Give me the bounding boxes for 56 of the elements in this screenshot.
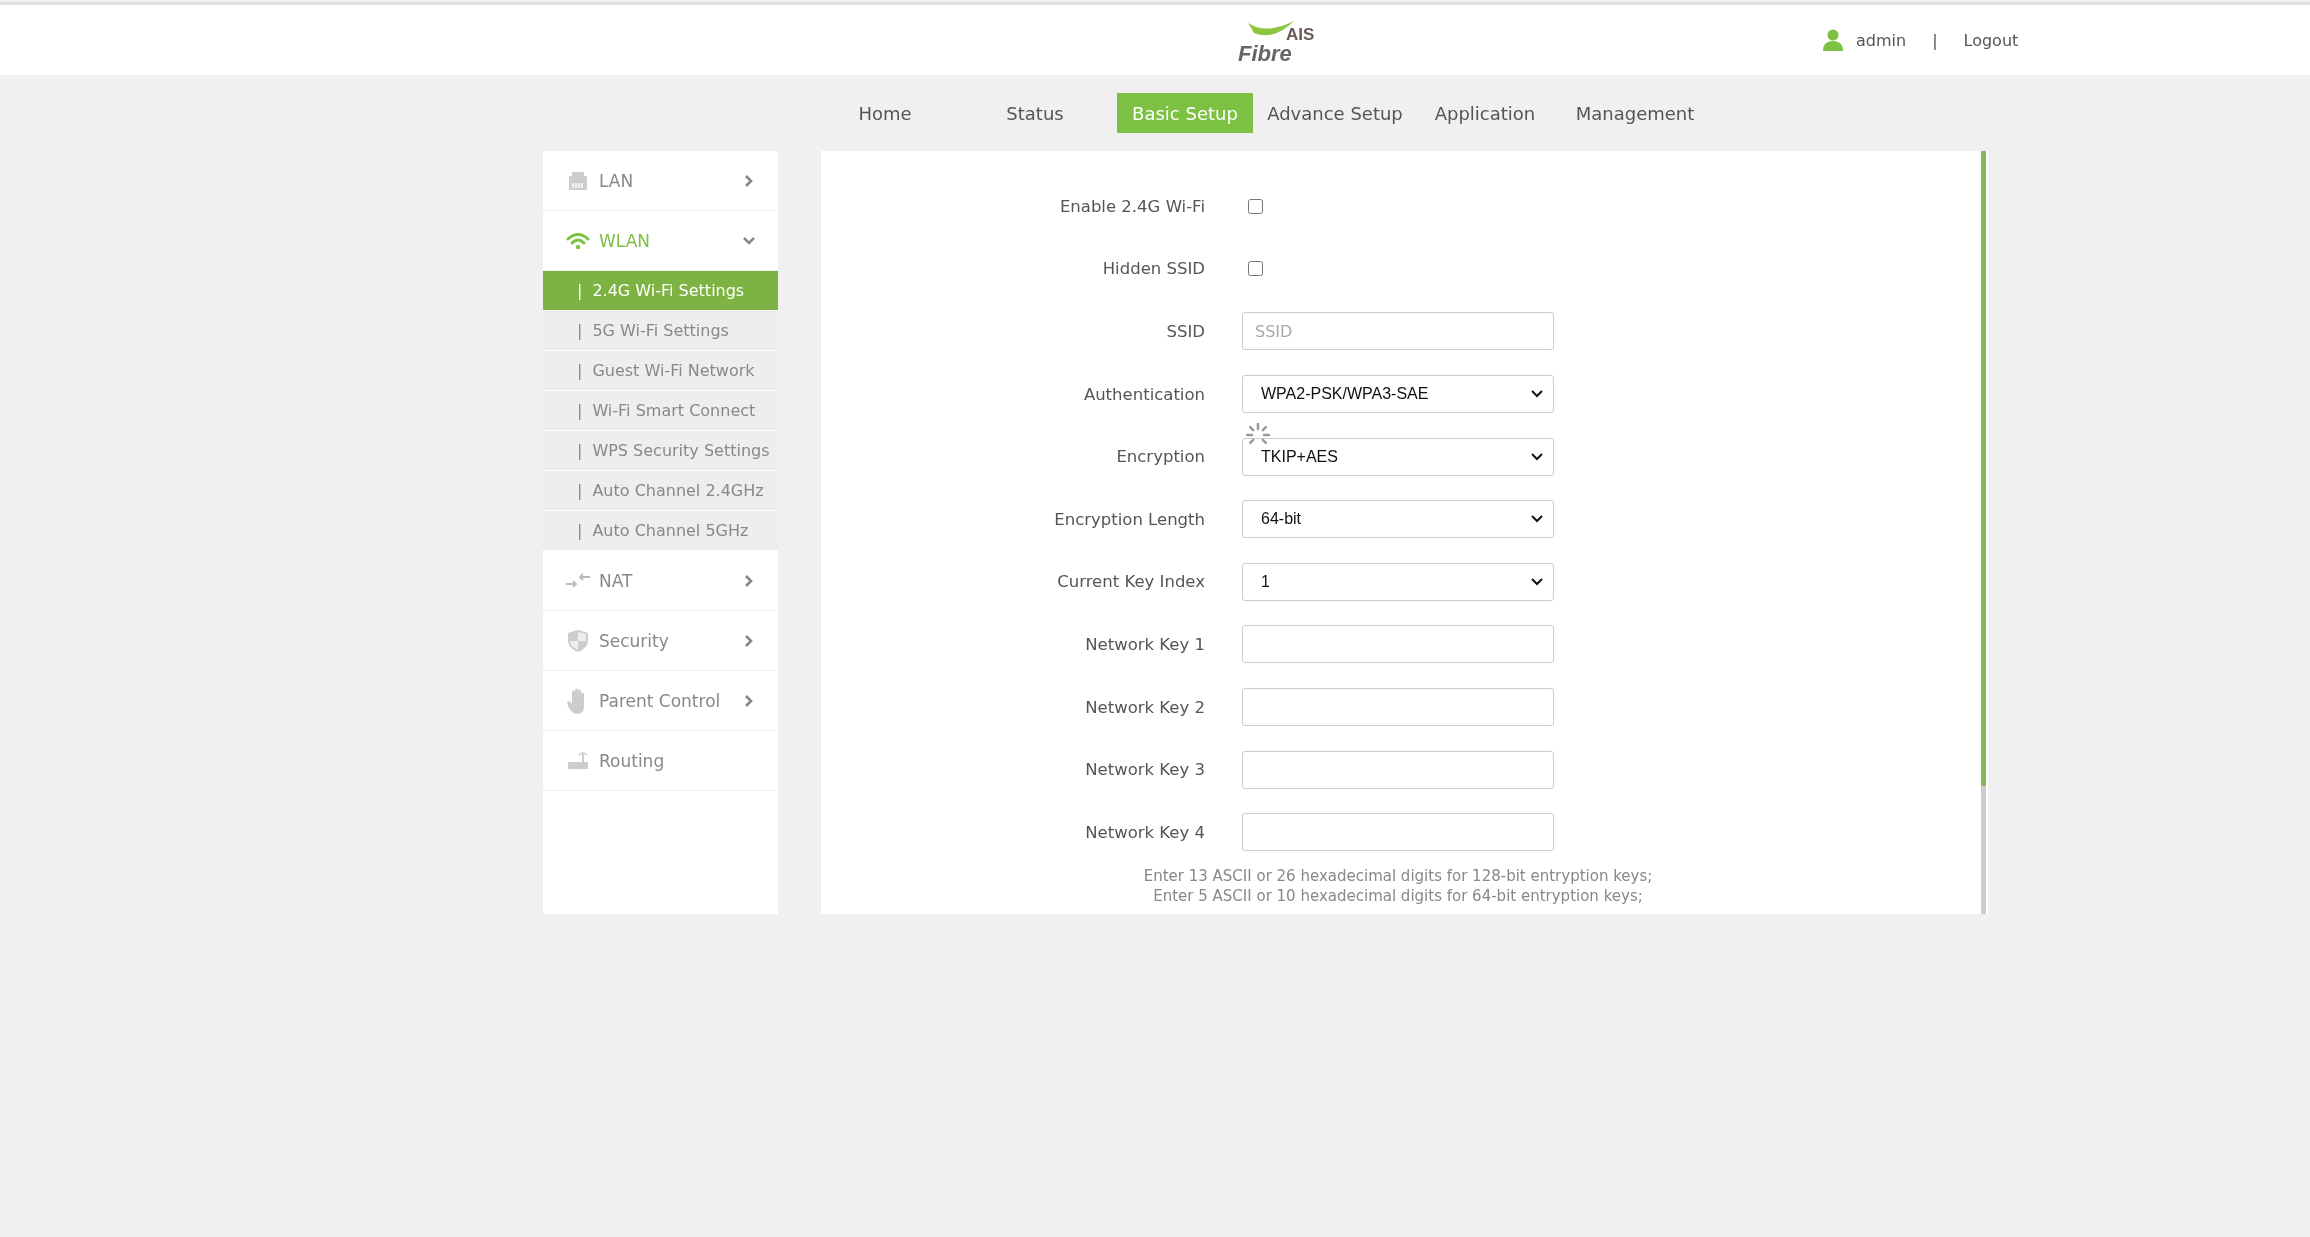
username: admin [1856, 30, 1907, 50]
field-label: Encryption [1115, 447, 1205, 467]
user-icon [1822, 29, 1844, 51]
checkbox[interactable] [1248, 198, 1263, 214]
sidebar-item[interactable]: Security [543, 611, 778, 671]
field-label: Enable 2.4G Wi-Fi [1058, 196, 1205, 216]
nav-tab[interactable]: Application [1417, 93, 1553, 133]
dropdown[interactable]: TKIP+AES [1242, 437, 1554, 476]
router-icon [565, 750, 591, 771]
hint-text: Enter 13 ASCII or 26 hexadecimal digits for 128-bit entryption keys; [1143, 865, 1653, 886]
field-label: Network Key 3 [1084, 760, 1205, 780]
wifi-icon [565, 230, 591, 251]
field-label: Network Key 2 [1084, 697, 1205, 717]
sidebar-subitem[interactable]: | 2.4G Wi-Fi Settings [543, 271, 778, 311]
sidebar-item[interactable]: Routing [543, 731, 778, 791]
hint-text: Enter 5 ASCII or 10 hexadecimal digits for 64-bit entryption keys; [1153, 885, 1643, 906]
dropdown[interactable]: 64-bit [1242, 500, 1554, 539]
text-field[interactable] [1242, 688, 1554, 727]
caret-icon [1531, 577, 1543, 586]
caret-icon [1531, 452, 1543, 461]
text-field[interactable] [1242, 625, 1554, 664]
dropdown[interactable]: 1 [1242, 562, 1554, 601]
caret-icon [1531, 515, 1543, 524]
field-label: Encryption Length [1053, 509, 1205, 529]
nav-tab[interactable]: Status [967, 93, 1103, 133]
field-label: Network Key 4 [1084, 822, 1205, 842]
nav-tab[interactable]: Management [1567, 93, 1703, 133]
field-label: Network Key 1 [1084, 634, 1205, 654]
logout-link[interactable]: Logout [1963, 30, 2019, 50]
sidebar-item[interactable]: Parent Control [543, 671, 778, 731]
sidebar-item[interactable]: NAT [543, 551, 778, 611]
sidebar-subitem[interactable]: | Wi-Fi Smart Connect [543, 391, 778, 431]
field-label: Current Key Index [1056, 572, 1205, 592]
arrows-icon [565, 571, 591, 590]
sidebar-subitem[interactable]: | Auto Channel 2.4GHz [543, 471, 778, 511]
text-field[interactable] [1242, 750, 1554, 789]
scrollbar[interactable] [1981, 151, 1986, 914]
field-label: SSID [1165, 322, 1205, 341]
text-field[interactable] [1242, 813, 1554, 852]
sidebar-item[interactable]: LAN [543, 151, 778, 211]
sidebar-subitem[interactable]: | Guest Wi-Fi Network [543, 351, 778, 391]
sidebar-subitem[interactable]: | 5G Wi-Fi Settings [543, 311, 778, 351]
separator: | [1932, 30, 1938, 50]
sidebar-subitem[interactable]: | Auto Channel 5GHz [543, 511, 778, 551]
shield-icon [565, 628, 591, 653]
nav-tab[interactable]: Home [817, 93, 953, 133]
field-label: Hidden SSID [1101, 259, 1205, 279]
sidebar-subitem[interactable]: | WPS Security Settings [543, 431, 778, 471]
loading-spinner-icon [1246, 423, 1270, 447]
text-field[interactable]: SSID [1242, 312, 1554, 351]
dropdown[interactable]: WPA2-PSK/WPA3-SAE [1242, 375, 1554, 414]
nav-tab[interactable]: Advance Setup [1267, 93, 1403, 133]
nav-tab[interactable]: Basic Setup [1117, 93, 1253, 133]
checkbox[interactable] [1248, 261, 1263, 277]
field-label: Authentication [1082, 384, 1205, 404]
caret-icon [1531, 390, 1543, 399]
